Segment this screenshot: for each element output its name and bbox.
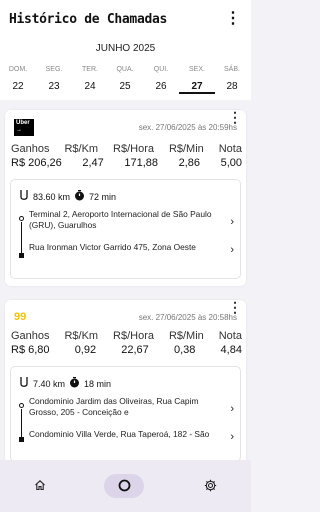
metric-label: Ganhos — [11, 143, 50, 155]
timer-icon — [69, 376, 80, 391]
ride-metrics: Ganhos R$/Km R$/Hora R$/Min Nota R$ 6,80… — [11, 330, 242, 356]
origin-address[interactable]: Condominio Jardim das Oliveiras, Rua Cap… — [29, 396, 224, 418]
circle-icon — [118, 479, 131, 496]
metric-label: Ganhos — [11, 330, 50, 342]
chevron-right-icon[interactable]: › — [230, 431, 234, 443]
metric-value: 0,38 — [173, 344, 196, 356]
route-line — [21, 409, 22, 437]
metric-label: R$/Km — [64, 330, 99, 342]
ride-card[interactable]: 99 ⋮ sex. 27/06/2025 às 20:58hs Ganhos R… — [5, 300, 246, 470]
metric-label: Nota — [218, 143, 242, 155]
metric-value: 22,67 — [121, 344, 149, 356]
destination-marker-icon — [19, 253, 24, 258]
day-item-selected[interactable]: SEX. 27 — [179, 66, 215, 94]
day-name: SEX. — [189, 66, 205, 73]
home-icon — [34, 478, 46, 495]
uber-logo-text: Uber — [16, 120, 30, 126]
day-name: TER. — [82, 66, 98, 73]
metric-label: R$/Hora — [113, 143, 154, 155]
origin-marker-icon — [19, 216, 24, 221]
route-line — [21, 222, 22, 254]
metric-label: R$/Min — [168, 143, 204, 155]
metric-label: Nota — [218, 330, 242, 342]
ride-date: sex. 27/06/2025 às 20:59hs — [138, 123, 237, 132]
nav-settings[interactable] — [190, 474, 230, 498]
trip-duration: 72 min — [89, 191, 117, 202]
trip-details: 83.60 km 72 min Terminal 2, Aeroporto In… — [10, 179, 241, 279]
day-number: 27 — [191, 81, 203, 92]
origin-marker-icon — [19, 403, 24, 408]
metric-value: R$ 206,26 — [11, 157, 62, 169]
day-number: 28 — [226, 81, 238, 92]
metric-label: R$/Min — [168, 330, 204, 342]
day-number: 26 — [155, 81, 167, 92]
chevron-right-icon[interactable]: › — [230, 403, 234, 415]
uber-logo: Uber → — [14, 119, 34, 136]
day-item[interactable]: DOM. 22 — [0, 66, 36, 92]
day-number: 25 — [119, 81, 131, 92]
settings-icon — [204, 479, 217, 496]
day-item[interactable]: TER. 24 — [72, 66, 108, 92]
metric-value: R$ 6,80 — [11, 344, 50, 356]
route-icon — [19, 189, 29, 204]
chevron-right-icon[interactable]: › — [230, 216, 234, 228]
day-name: DOM. — [8, 66, 28, 73]
metric-value: 4,84 — [220, 344, 242, 356]
day-item[interactable]: QUI. 26 — [143, 66, 179, 92]
day-name: SÁB. — [224, 66, 240, 73]
selected-underline — [179, 92, 215, 94]
day-name: QUI. — [153, 66, 169, 73]
nav-rides[interactable] — [104, 474, 144, 498]
day-number: 22 — [12, 81, 24, 92]
app-99-logo: 99 — [14, 311, 27, 323]
day-item[interactable]: QUA. 25 — [107, 66, 143, 92]
chevron-right-icon[interactable]: › — [230, 244, 234, 256]
metric-label: R$/Km — [64, 143, 99, 155]
trip-details: 7.40 km 18 min Condominio Jardim das Oli… — [10, 366, 241, 462]
card-options-icon[interactable]: ⋮ — [228, 110, 242, 124]
ride-date: sex. 27/06/2025 às 20:58hs — [138, 313, 237, 322]
metric-value: 0,92 — [74, 344, 97, 356]
day-number: 24 — [84, 81, 96, 92]
route-icon — [19, 376, 29, 391]
day-number: 23 — [48, 81, 60, 92]
trip-summary: 83.60 km 72 min — [19, 189, 116, 204]
day-selector: DOM. 22 SEG. 23 TER. 24 QUA. 25 QUI. 26 … — [0, 66, 251, 100]
month-label[interactable]: JUNHO 2025 — [0, 43, 251, 54]
metric-label: R$/Hora — [113, 330, 154, 342]
destination-address[interactable]: Rua Ironman Victor Garrido 475, Zona Oes… — [29, 242, 224, 253]
trip-distance: 83.60 km — [33, 191, 71, 202]
destination-address[interactable]: Condominio Villa Verde, Rua Taperoá, 182… — [29, 429, 224, 440]
day-item[interactable]: SÁB. 28 — [214, 66, 250, 92]
metric-value: 5,00 — [220, 157, 242, 169]
nav-home[interactable] — [20, 474, 60, 498]
card-options-icon[interactable]: ⋮ — [228, 300, 242, 314]
more-options-icon[interactable]: ⋮ — [225, 11, 241, 27]
top-bar: Histórico de Chamadas ⋮ JUNHO 2025 DOM. … — [0, 0, 251, 100]
bottom-navigation — [0, 460, 251, 512]
trip-summary: 7.40 km 18 min — [19, 376, 111, 391]
day-item[interactable]: SEG. 23 — [36, 66, 72, 92]
timer-icon — [74, 189, 85, 204]
day-name: SEG. — [45, 66, 63, 73]
day-name: QUA. — [116, 66, 134, 73]
metric-value: 171,88 — [124, 157, 158, 169]
trip-duration: 18 min — [84, 378, 112, 389]
destination-marker-icon — [19, 437, 24, 442]
ride-metrics: Ganhos R$/Km R$/Hora R$/Min Nota R$ 206,… — [11, 143, 242, 169]
metric-value: 2,86 — [178, 157, 200, 169]
page-title: Histórico de Chamadas — [9, 12, 168, 27]
trip-distance: 7.40 km — [33, 378, 66, 389]
origin-address[interactable]: Terminal 2, Aeroporto Internacional de S… — [29, 209, 224, 231]
metric-value: 2,47 — [82, 157, 104, 169]
ride-card[interactable]: Uber → ⋮ sex. 27/06/2025 às 20:59hs Ganho… — [5, 110, 246, 286]
